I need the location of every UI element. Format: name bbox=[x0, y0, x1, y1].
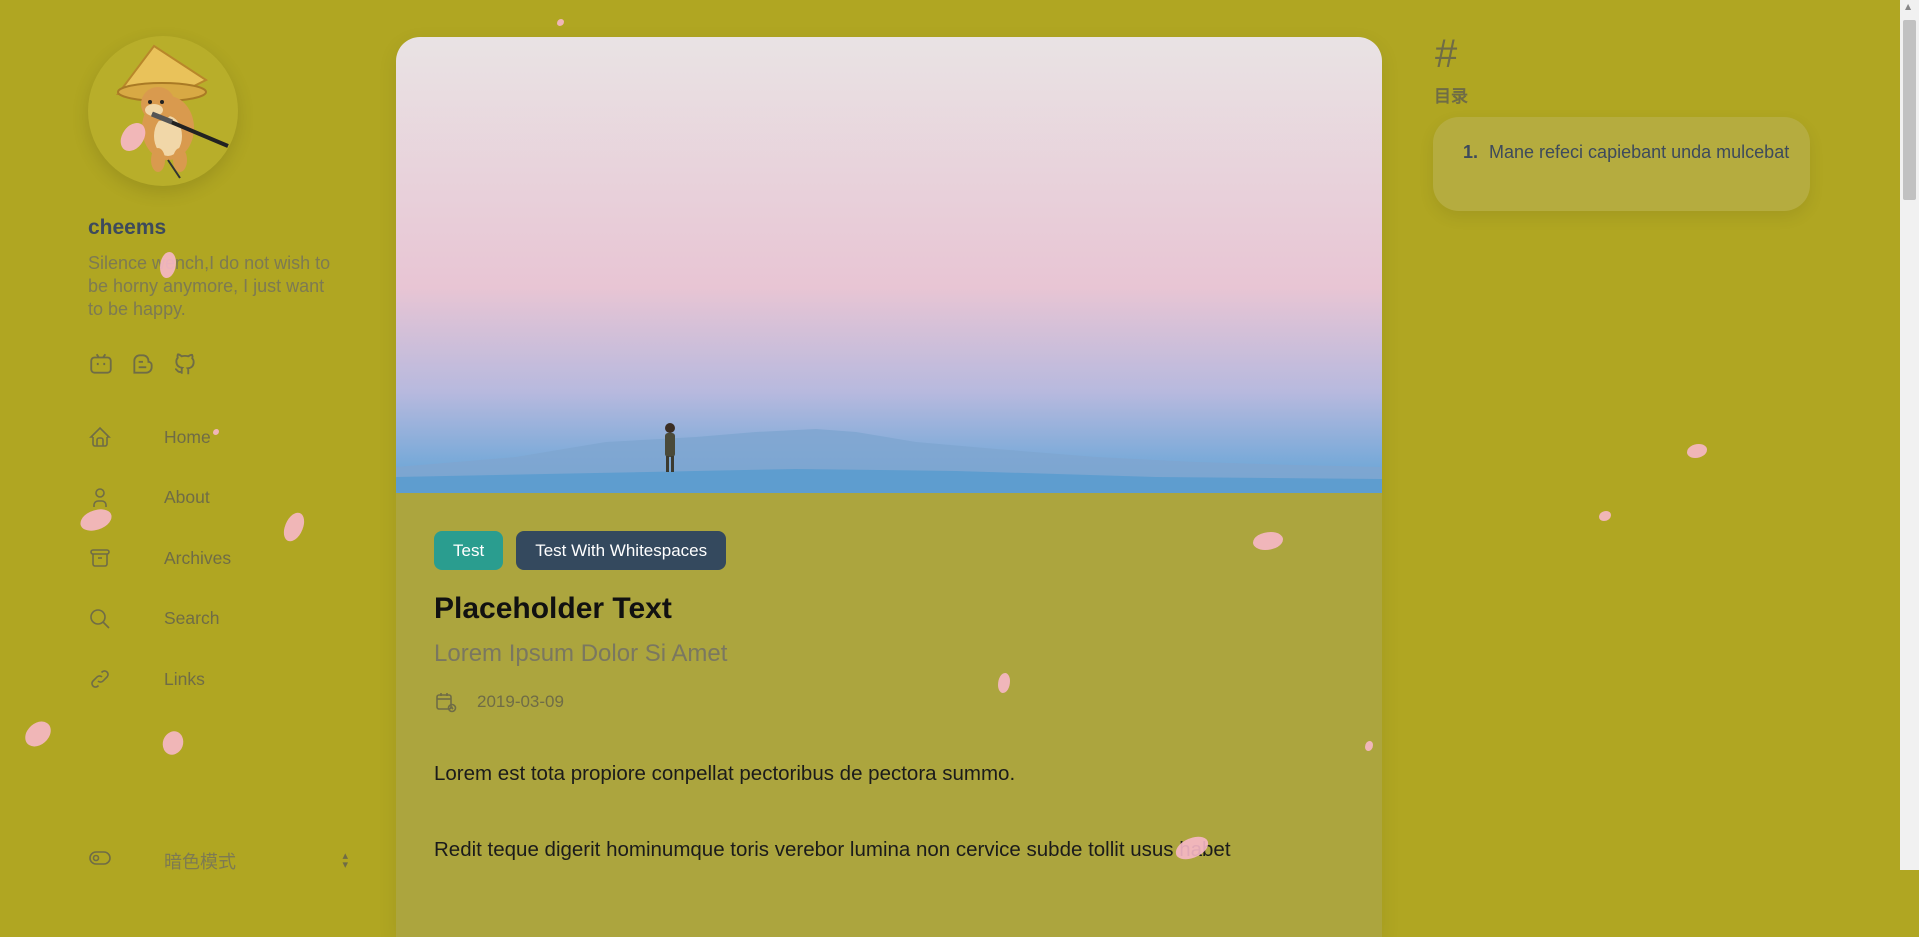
tag-test-with-whitespaces[interactable]: Test With Whitespaces bbox=[516, 531, 727, 570]
nav-label-home: Home bbox=[164, 426, 211, 447]
nav-label-search: Search bbox=[164, 608, 220, 629]
blog-icon[interactable] bbox=[130, 351, 156, 377]
paragraph: Lorem est tota propiore conpellat pector… bbox=[434, 762, 1016, 785]
updown-arrows-icon: ▴ ▾ bbox=[342, 849, 348, 871]
home-icon bbox=[88, 425, 112, 449]
post-meta: 2019-03-09 bbox=[434, 690, 1344, 714]
nav-item-about[interactable]: About bbox=[88, 468, 348, 529]
petal-decoration bbox=[557, 19, 564, 26]
article-card: Test Test With Whitespaces Placeholder T… bbox=[396, 37, 1382, 937]
hero-image bbox=[396, 37, 1382, 493]
scroll-up-arrow-icon[interactable]: ▲ bbox=[1905, 2, 1911, 11]
post-title[interactable]: Placeholder Text bbox=[434, 592, 1344, 626]
github-icon[interactable] bbox=[172, 351, 198, 377]
toggle-icon bbox=[88, 846, 112, 875]
toc-item-label: Mane refeci capiebant unda mulcebat bbox=[1489, 142, 1790, 162]
nav-item-links[interactable]: Links bbox=[88, 649, 348, 710]
user-icon bbox=[88, 486, 112, 510]
link-icon bbox=[88, 667, 112, 691]
tag-list: Test Test With Whitespaces bbox=[434, 531, 1344, 570]
nav-label-about: About bbox=[164, 487, 210, 508]
nav-label-links: Links bbox=[164, 668, 205, 689]
nav-item-archives[interactable]: Archives bbox=[88, 528, 348, 589]
avatar[interactable] bbox=[88, 36, 238, 186]
archive-icon bbox=[88, 546, 112, 570]
dark-mode-toggle[interactable]: 暗色模式 ▴ ▾ bbox=[88, 846, 348, 875]
scrollbar-thumb[interactable] bbox=[1903, 20, 1916, 200]
nav-label-archives: Archives bbox=[164, 547, 232, 568]
post-date: 2019-03-09 bbox=[477, 692, 564, 711]
toc-panel: 1. Mane refeci capiebant unda mulcebat bbox=[1433, 117, 1810, 211]
toc-title: 目录 bbox=[1434, 87, 1468, 107]
site-name[interactable]: cheems bbox=[88, 216, 348, 240]
site-description: Silence wench,I do not wish to be horny … bbox=[88, 253, 331, 319]
petal-decoration bbox=[1599, 511, 1611, 521]
search-icon bbox=[88, 607, 112, 631]
social-links bbox=[88, 351, 348, 377]
scrollbar[interactable]: ▲ bbox=[1900, 0, 1919, 870]
toc-item[interactable]: 1. Mane refeci capiebant unda mulcebat bbox=[1463, 141, 1798, 164]
post-subtitle: Lorem Ipsum Dolor Si Amet bbox=[434, 640, 728, 667]
toc-item-number: 1. bbox=[1463, 142, 1479, 162]
main-nav: Home About Archives Search Links bbox=[88, 407, 348, 710]
calendar-icon bbox=[434, 690, 458, 714]
hash-icon: # bbox=[1435, 32, 1458, 76]
nav-item-search[interactable]: Search bbox=[88, 589, 348, 650]
bilibili-icon[interactable] bbox=[88, 351, 114, 377]
petal-decoration bbox=[1687, 444, 1707, 458]
nav-item-home[interactable]: Home bbox=[88, 407, 348, 468]
petal-decoration bbox=[158, 728, 188, 758]
tag-test[interactable]: Test bbox=[434, 531, 504, 570]
petal-decoration bbox=[21, 716, 55, 752]
article-body: Test Test With Whitespaces Placeholder T… bbox=[396, 493, 1382, 864]
